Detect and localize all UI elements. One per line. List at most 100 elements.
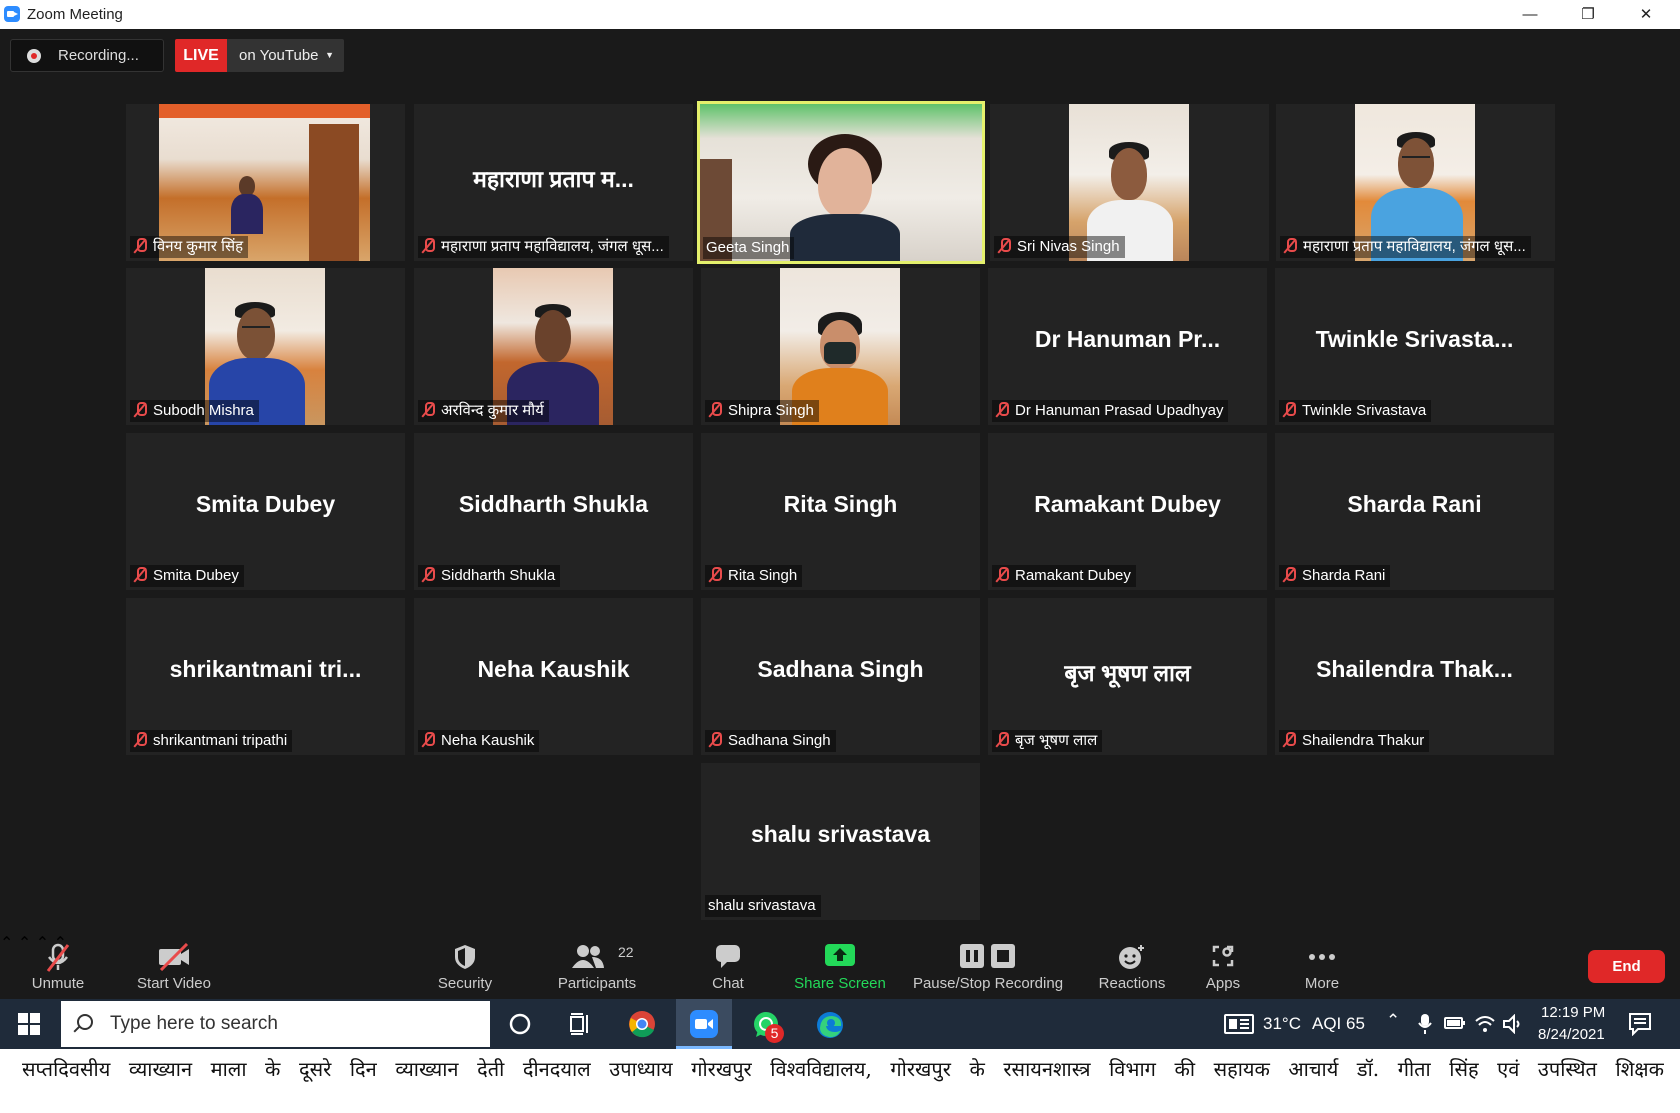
close-icon[interactable]: ✕	[1618, 0, 1674, 29]
chevron-up-icon[interactable]: ⌃	[0, 935, 13, 952]
participant-tile[interactable]: Sharda Rani Sharda Rani	[1275, 433, 1554, 590]
mic-muted-icon	[708, 402, 722, 418]
mic-muted-icon	[1282, 402, 1296, 418]
restore-icon[interactable]: ❐	[1560, 0, 1616, 29]
wifi-icon[interactable]	[1474, 1013, 1496, 1033]
participant-tile[interactable]: विनय कुमार सिंह	[126, 104, 405, 261]
smiley-plus-icon	[1119, 945, 1144, 969]
pause-stop-icon	[960, 944, 1015, 968]
weather-temperature[interactable]: 31°C	[1263, 1014, 1301, 1034]
caption-area: सप्तदिवसीय व्याख्यान माला के दूसरे दिन व…	[0, 1049, 1680, 1113]
taskbar-zoom-active[interactable]	[676, 999, 732, 1049]
chrome-icon[interactable]	[628, 1010, 656, 1038]
taskbar-time[interactable]: 12:19 PM	[1541, 1004, 1605, 1021]
mic-muted-icon	[995, 732, 1009, 748]
participant-name: विनय कुमार सिंह	[153, 238, 244, 255]
mic-muted-icon	[133, 567, 147, 583]
start-video-label: Start Video	[137, 975, 211, 992]
participant-nametag: Twinkle Srivastava	[1279, 400, 1432, 422]
participant-tile[interactable]: Ramakant Dubey Ramakant Dubey	[988, 433, 1267, 590]
pause-stop-recording-button[interactable]: Pause/Stop Recording	[908, 933, 1068, 999]
share-screen-button[interactable]: Share Screen	[790, 933, 890, 999]
speaker-icon[interactable]	[1502, 1014, 1524, 1034]
participant-nametag: महाराणा प्रताप महाविद्यालय, जंगल धूस...	[1280, 236, 1531, 258]
participant-nametag: Rita Singh	[705, 565, 803, 587]
weather-aqi[interactable]: AQI 65	[1312, 1014, 1365, 1034]
participant-display-name: Smita Dubey	[195, 491, 336, 517]
participant-tile[interactable]: shrikantmani tri... shrikantmani tripath…	[126, 598, 405, 755]
participant-tile[interactable]: Neha Kaushik Neha Kaushik	[414, 598, 693, 755]
participant-nametag: Subodh Mishra	[130, 400, 259, 422]
more-button[interactable]: More	[1292, 933, 1352, 999]
live-stream-dropdown[interactable]: on YouTube ▼	[227, 39, 344, 72]
participant-tile[interactable]: महाराणा प्रताप म... महाराणा प्रताप महावि…	[414, 104, 693, 261]
chat-label: Chat	[712, 975, 744, 992]
participant-nametag: Shipra Singh	[705, 400, 819, 422]
participant-name: महाराणा प्रताप महाविद्यालय, जंगल धूस...	[1303, 238, 1526, 255]
participant-name: Rita Singh	[728, 567, 798, 584]
mic-muted-icon	[46, 943, 70, 972]
edge-icon[interactable]	[815, 1010, 845, 1040]
chat-button[interactable]: Chat	[690, 933, 766, 999]
task-view-icon[interactable]	[568, 1012, 592, 1036]
participant-tile[interactable]: Shipra Singh	[701, 268, 980, 425]
participant-display-name: Sharda Rani	[1347, 491, 1482, 517]
battery-icon[interactable]	[1444, 1016, 1466, 1030]
participant-nametag: बृज भूषण लाल	[992, 730, 1103, 752]
participant-nametag: shrikantmani tripathi	[130, 730, 293, 752]
mic-muted-icon	[421, 567, 435, 583]
participant-display-name: बृज भूषण लाल	[1064, 660, 1191, 686]
participants-icon	[572, 945, 604, 968]
participant-nametag: Geeta Singh	[703, 237, 795, 259]
cortana-icon[interactable]	[508, 1012, 532, 1036]
participant-tile[interactable]: अरविन्द कुमार मौर्य	[414, 268, 693, 425]
caption-text: सप्तदिवसीय व्याख्यान माला के दूसरे दिन व…	[22, 1057, 1664, 1081]
participant-tile[interactable]: Sadhana Singh Sadhana Singh	[701, 598, 980, 755]
recording-indicator[interactable]: Recording...	[10, 39, 164, 72]
participants-button[interactable]: 22 Participants	[552, 933, 642, 999]
reactions-button[interactable]: Reactions	[1085, 933, 1179, 999]
participant-display-name: Sadhana Singh	[757, 656, 924, 682]
apps-button[interactable]: Apps	[1193, 933, 1253, 999]
participant-name: Shipra Singh	[728, 402, 814, 419]
participant-tile[interactable]: बृज भूषण लाल बृज भूषण लाल	[988, 598, 1267, 755]
microphone-icon[interactable]	[1418, 1013, 1432, 1035]
participant-tile[interactable]: shalu srivastava shalu srivastava	[701, 763, 980, 920]
mic-muted-icon	[133, 732, 147, 748]
participant-display-name: Ramakant Dubey	[1034, 491, 1221, 517]
start-video-button[interactable]: Start Video	[128, 933, 220, 999]
participant-tile-active-speaker[interactable]: Geeta Singh	[697, 101, 985, 264]
participant-tile[interactable]: Sri Nivas Singh	[990, 104, 1269, 261]
news-weather-icon[interactable]	[1224, 1014, 1254, 1034]
participant-name: Sadhana Singh	[728, 732, 831, 749]
unmute-button[interactable]: Unmute	[18, 933, 98, 999]
participant-tile[interactable]: Siddharth Shukla Siddharth Shukla	[414, 433, 693, 590]
mic-muted-icon	[995, 402, 1009, 418]
participant-tile[interactable]: Rita Singh Rita Singh	[701, 433, 980, 590]
unmute-label: Unmute	[31, 975, 85, 992]
participant-name: Smita Dubey	[153, 567, 239, 584]
windows-start-button[interactable]	[18, 1013, 40, 1035]
meeting-area: Recording... LIVE on YouTube ▼ विनय कुमा…	[0, 29, 1680, 999]
chevron-up-icon[interactable]: ⌃	[1386, 1011, 1400, 1031]
participant-display-name: Dr Hanuman Pr...	[1034, 326, 1221, 352]
participant-nametag: Smita Dubey	[130, 565, 244, 587]
zoom-icon	[690, 1010, 718, 1038]
mic-muted-icon	[1282, 567, 1296, 583]
participant-tile[interactable]: महाराणा प्रताप महाविद्यालय, जंगल धूस...	[1276, 104, 1555, 261]
shield-icon	[455, 945, 475, 969]
participant-tile[interactable]: Subodh Mishra	[126, 268, 405, 425]
participant-nametag: Neha Kaushik	[418, 730, 540, 752]
taskbar-date[interactable]: 8/24/2021	[1538, 1026, 1605, 1043]
participant-tile[interactable]: Twinkle Srivasta... Twinkle Srivastava	[1275, 268, 1554, 425]
end-meeting-button[interactable]: End	[1588, 950, 1665, 983]
minimize-icon[interactable]: —	[1502, 0, 1558, 29]
notification-center-icon[interactable]	[1628, 1012, 1652, 1036]
security-button[interactable]: Security	[425, 933, 505, 999]
participant-nametag: shalu srivastava	[705, 895, 821, 917]
participant-tile[interactable]: Smita Dubey Smita Dubey	[126, 433, 405, 590]
participant-nametag: Sri Nivas Singh	[994, 236, 1125, 258]
participant-tile[interactable]: Dr Hanuman Pr... Dr Hanuman Prasad Upadh…	[988, 268, 1267, 425]
participant-tile[interactable]: Shailendra Thak... Shailendra Thakur	[1275, 598, 1554, 755]
taskbar-search-input[interactable]: Type here to search	[61, 1001, 490, 1047]
